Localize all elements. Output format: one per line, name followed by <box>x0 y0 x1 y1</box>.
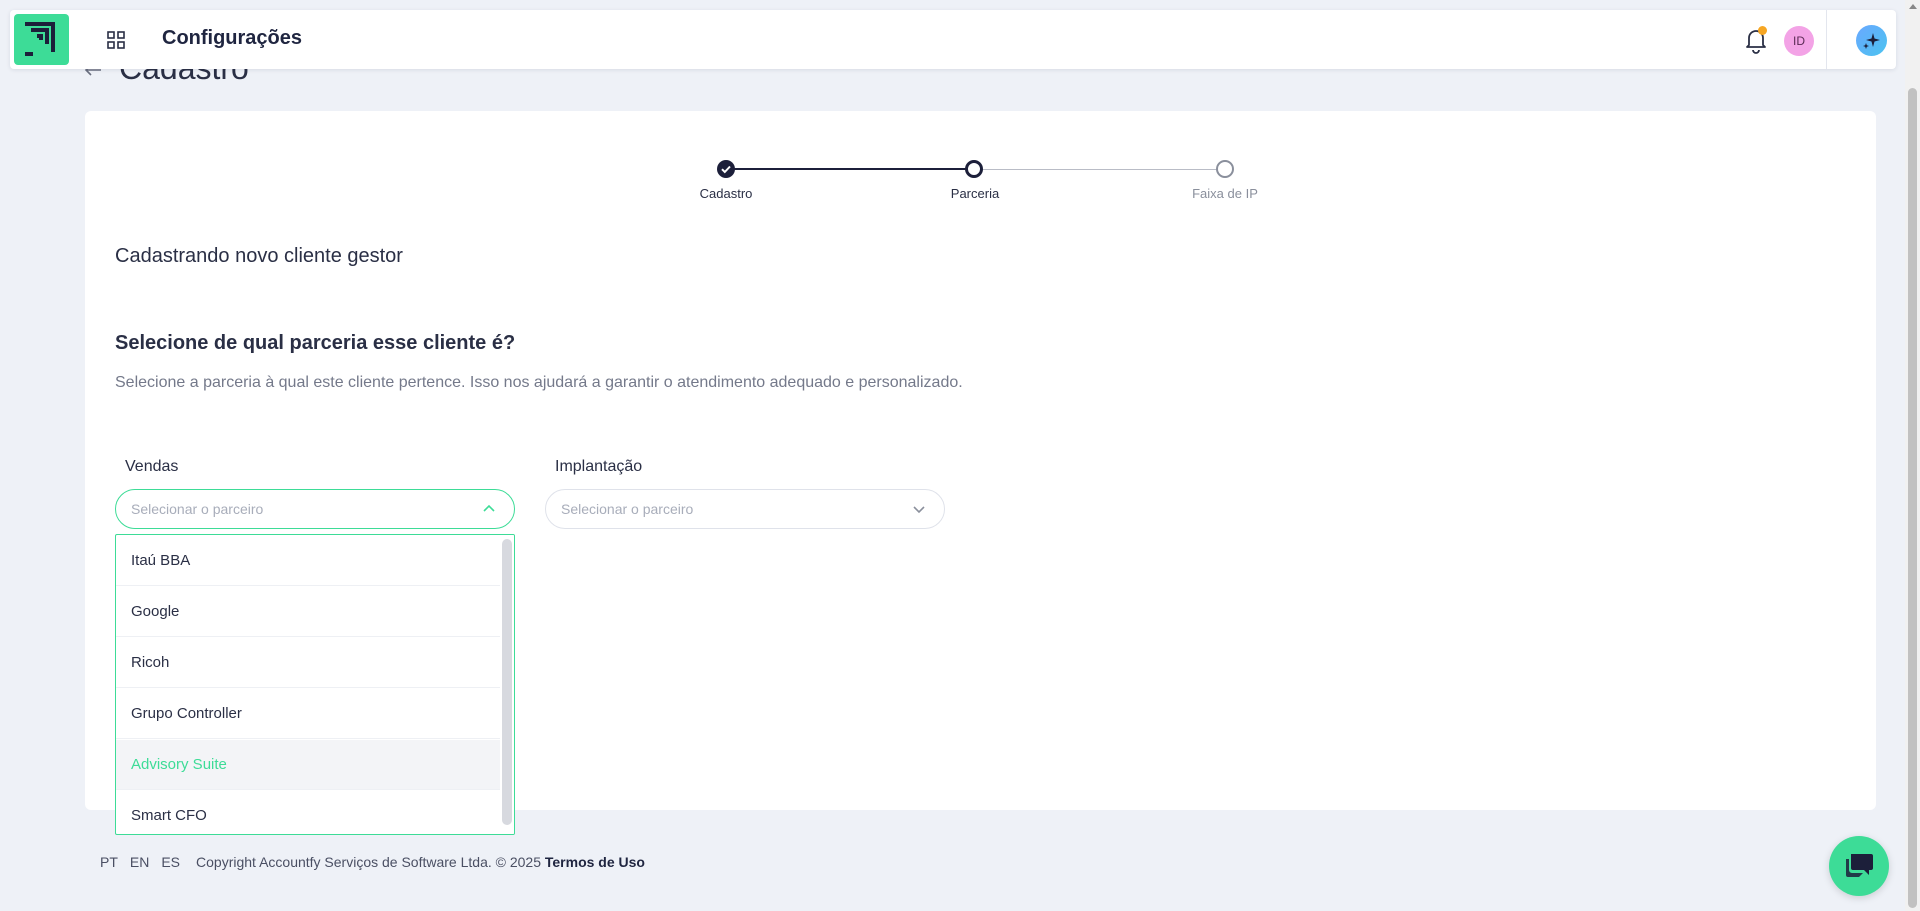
vendas-select[interactable]: Selecionar o parceiro <box>115 489 515 529</box>
list-item[interactable]: Advisory Suite <box>116 740 501 790</box>
step-active-dot <box>965 160 983 178</box>
chevron-down-icon <box>913 506 925 514</box>
step-label-cadastro: Cadastro <box>699 186 753 201</box>
list-item[interactable]: Grupo Controller <box>116 689 501 739</box>
chat-icon[interactable] <box>1829 836 1889 896</box>
top-bar: Configurações ID <box>10 10 1896 69</box>
copyright-text: Copyright Accountfy Serviços de Software… <box>196 854 541 870</box>
vendas-label: Vendas <box>125 458 179 475</box>
notification-badge <box>1758 26 1767 35</box>
form-card: Cadastro Parceria Faixa de IP Cadastrand… <box>85 111 1876 835</box>
divider <box>1826 10 1827 69</box>
implantacao-label: Implantação <box>555 458 643 475</box>
form-subtitle: Cadastrando novo cliente gestor <box>115 245 403 267</box>
step-completed-check-icon <box>717 160 735 178</box>
logo-icon[interactable] <box>14 14 69 65</box>
avatar[interactable]: ID <box>1784 26 1814 56</box>
apps-grid-icon[interactable] <box>106 30 126 50</box>
stepper: Cadastro Parceria Faixa de IP <box>85 111 1876 211</box>
step-pending-dot <box>1216 160 1234 178</box>
language-en[interactable]: EN <box>130 854 149 870</box>
step-label-parceria: Parceria <box>950 186 1000 201</box>
step-connector-completed <box>726 168 975 170</box>
footer: PT EN ES Copyright Accountfy Serviços de So… <box>100 854 645 870</box>
implantacao-select[interactable]: Selecionar o parceiro <box>545 489 945 529</box>
list-item[interactable]: Google <box>116 587 501 637</box>
page-scrollbar-thumb[interactable] <box>1908 88 1917 908</box>
step-label-faixa-ip: Faixa de IP <box>1192 186 1258 201</box>
vendas-dropdown-list: Itaú BBA Google Ricoh Grupo Controller A… <box>115 534 515 835</box>
page-scrollbar[interactable] <box>1905 0 1920 911</box>
dropdown-scrollbar-thumb[interactable] <box>502 539 512 825</box>
list-item[interactable]: Ricoh <box>116 638 501 688</box>
scroll-up-icon[interactable] <box>1909 4 1917 9</box>
list-item[interactable]: Itaú BBA <box>116 536 501 586</box>
top-bar-title: Configurações <box>162 27 303 49</box>
chevron-up-icon <box>483 504 495 512</box>
vendas-placeholder: Selecionar o parceiro <box>131 501 264 517</box>
form-description: Selecione a parceria à qual este cliente… <box>115 374 963 391</box>
language-es[interactable]: ES <box>161 854 180 870</box>
implantacao-placeholder: Selecionar o parceiro <box>561 501 694 517</box>
list-item[interactable]: Smart CFO <box>116 791 501 834</box>
terms-link[interactable]: Termos de Uso <box>545 854 645 870</box>
form-question: Selecione de qual parceria esse cliente … <box>115 332 516 354</box>
language-pt[interactable]: PT <box>100 854 118 870</box>
dropdown-scrollbar[interactable] <box>500 535 514 834</box>
sparkles-icon[interactable] <box>1856 25 1887 56</box>
step-connector-pending <box>976 169 1226 170</box>
